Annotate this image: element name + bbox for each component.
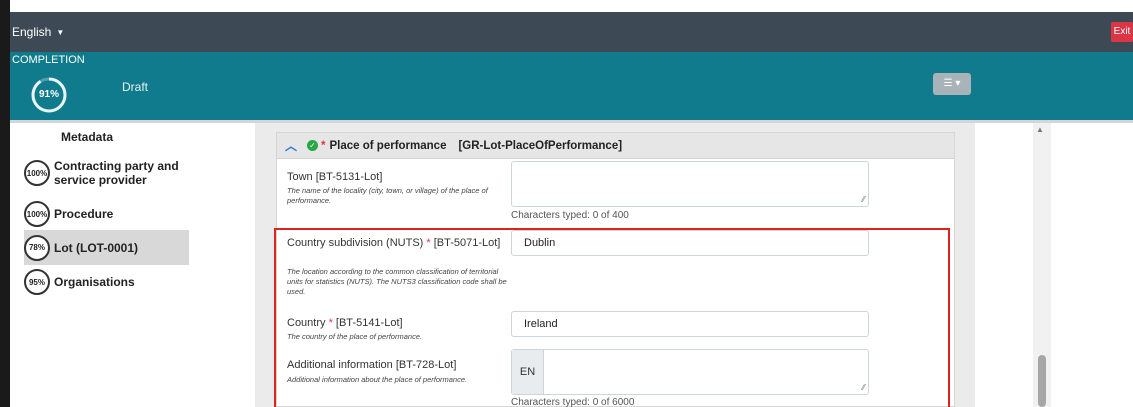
progress-badge: 95%: [24, 269, 50, 295]
section-identifier: [GR-Lot-PlaceOfPerformance]: [458, 139, 623, 152]
progress-badge: 100%: [24, 201, 50, 227]
required-marker: *: [321, 139, 326, 152]
app-window: English ▼ Exit COMPLETION 91% Draft ☰ ▾ M…: [0, 0, 1133, 407]
town-char-counter: Characters typed: 0 of 400: [511, 210, 629, 221]
vertical-scrollbar[interactable]: ▲: [1033, 123, 1051, 407]
progress-badge: 78%: [24, 234, 50, 261]
sidebar-item-lot[interactable]: 78% Lot (LOT-0001): [24, 230, 189, 265]
sidebar: Metadata 100% Contracting party and serv…: [10, 123, 255, 407]
sidebar-item-procedure[interactable]: 100% Procedure: [24, 199, 189, 229]
sidebar-item-label: Lot (LOT-0001): [54, 240, 139, 255]
completion-label: COMPLETION: [12, 54, 85, 66]
caret-down-icon: ▼: [56, 28, 65, 37]
sidebar-title-metadata[interactable]: Metadata: [61, 130, 113, 144]
completion-percent: 91%: [38, 89, 59, 100]
window-edge: [0, 0, 10, 407]
sidebar-item-label: Contracting party and service provider: [54, 159, 179, 187]
town-label: Town [BT-5131-Lot]: [287, 171, 383, 183]
check-circle-icon: ✓: [307, 140, 319, 151]
sidebar-item-contracting-party[interactable]: 100% Contracting party and service provi…: [24, 157, 189, 189]
top-bar: English ▼ Exit: [10, 12, 1133, 52]
sidebar-item-label: Organisations: [54, 275, 135, 289]
exit-button[interactable]: Exit: [1111, 22, 1133, 42]
scroll-up-icon[interactable]: ▲: [1036, 125, 1044, 134]
main-content: ︿ ✓ * Place of performance [GR-Lot-Place…: [255, 123, 975, 407]
language-selector[interactable]: English ▼: [12, 25, 64, 39]
filter-button[interactable]: ☰ ▾: [933, 73, 971, 95]
language-label: English: [12, 25, 52, 39]
highlight-box: [274, 228, 950, 407]
scrollbar-thumb[interactable]: [1038, 355, 1046, 407]
sidebar-item-organisations[interactable]: 95% Organisations: [24, 267, 189, 297]
right-margin: [975, 123, 1133, 407]
chevron-up-icon[interactable]: ︿: [285, 137, 297, 154]
sliders-icon: ☰ ▾: [943, 78, 961, 89]
section-title: Place of performance: [329, 139, 447, 152]
town-description: The name of the locality (city, town, or…: [287, 186, 488, 205]
status-draft: Draft: [122, 80, 149, 94]
section-header[interactable]: ︿ ✓ * Place of performance [GR-Lot-Place…: [277, 133, 954, 159]
town-textarea[interactable]: ⁄⁄: [511, 161, 869, 207]
completion-bar: COMPLETION 91% Draft ☰ ▾: [10, 52, 1133, 120]
resize-handle-icon[interactable]: ⁄⁄: [862, 195, 865, 204]
sidebar-item-label: Procedure: [54, 207, 114, 221]
progress-badge: 100%: [24, 160, 50, 186]
